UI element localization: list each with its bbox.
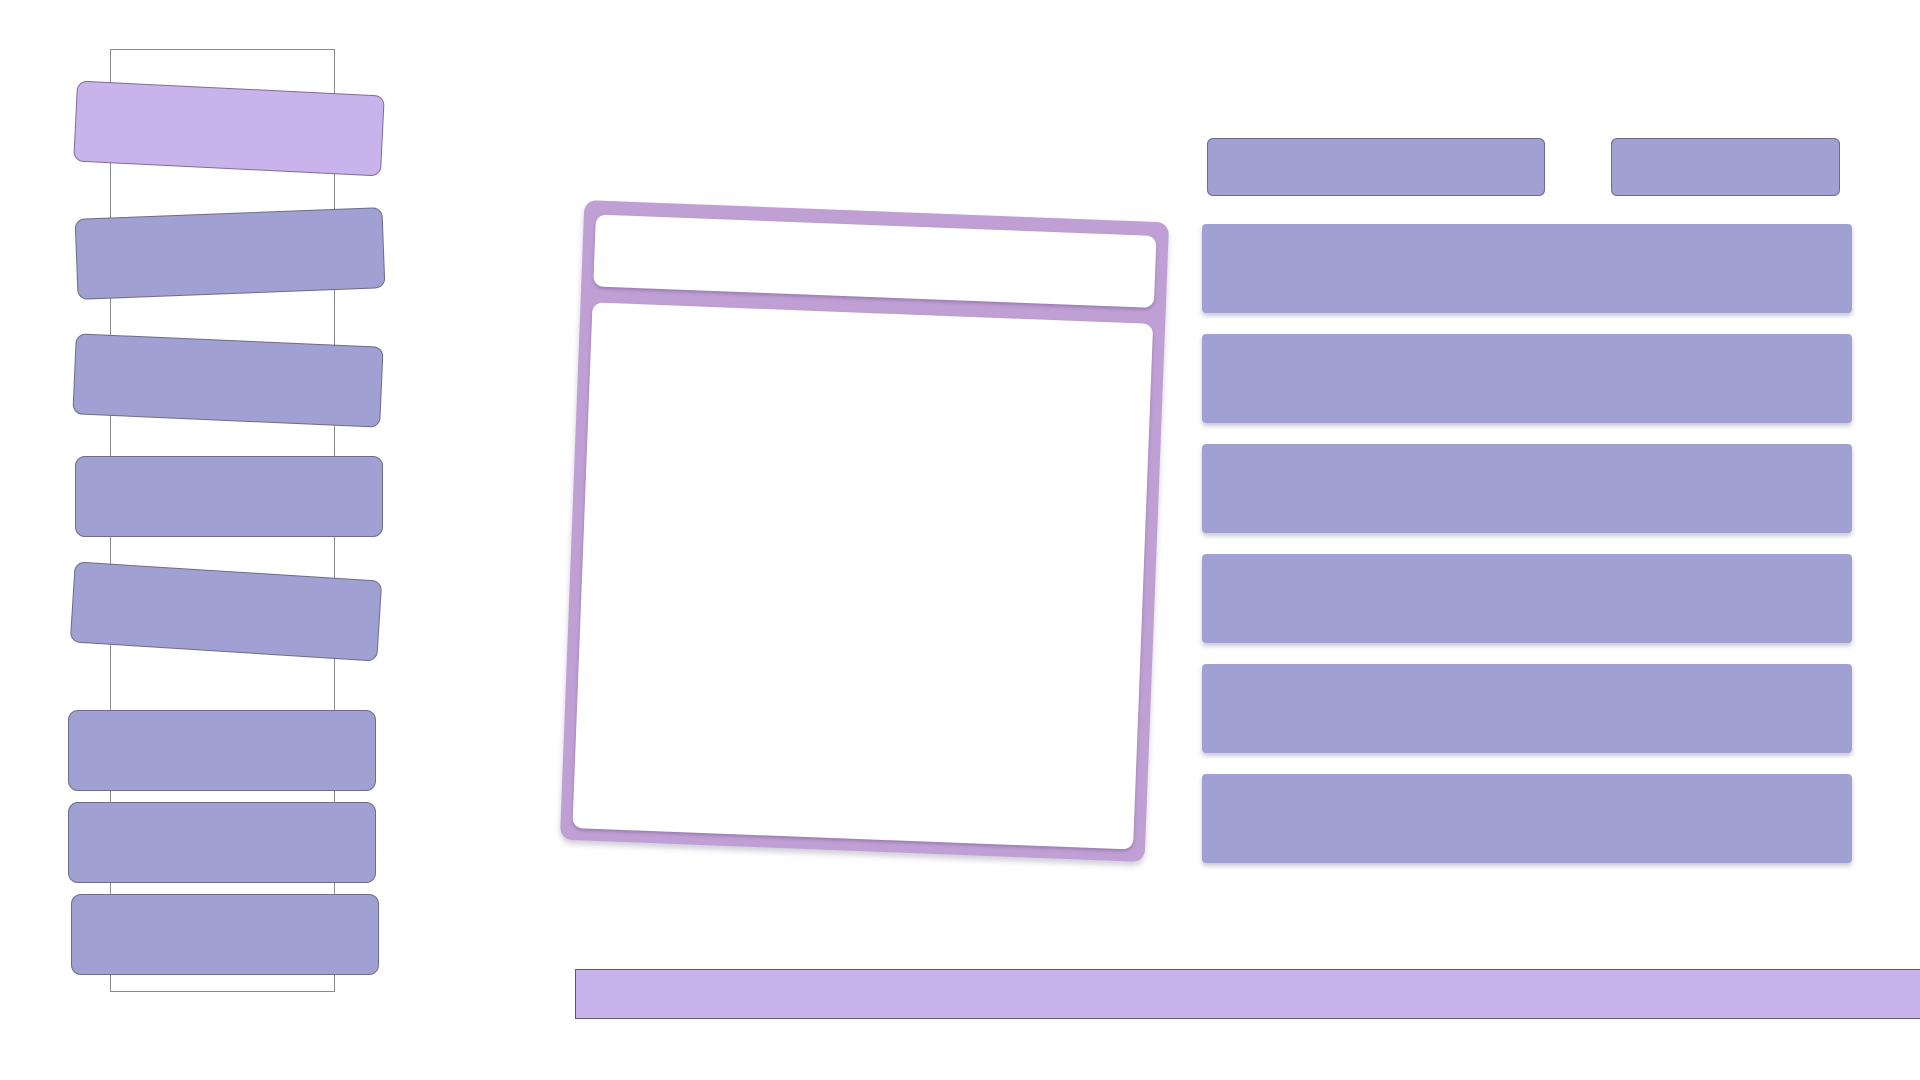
sidebar-tile-1[interactable] [73,80,385,177]
list-item[interactable] [1202,444,1852,533]
list-item[interactable] [1202,664,1852,753]
bottom-bar[interactable] [575,969,1920,1019]
toolbar-button-secondary[interactable] [1611,138,1840,196]
canvas [0,0,1920,1080]
sidebar-tile-4[interactable] [75,456,383,537]
toolbar-button-primary[interactable] [1207,138,1545,196]
panel-body[interactable] [572,302,1154,850]
sidebar-tile-7[interactable] [68,802,376,883]
content-panel [559,200,1170,862]
sidebar-tile-3[interactable] [72,333,384,428]
panel-header-text [596,214,1157,236]
list-item[interactable] [1202,334,1852,423]
panel-header-field[interactable] [593,214,1157,308]
sidebar-tile-6[interactable] [68,710,376,791]
sidebar-tile-8[interactable] [71,894,379,975]
panel-body-text [593,302,1154,324]
list-item[interactable] [1202,774,1852,863]
sidebar-tile-2[interactable] [74,207,386,300]
list-item[interactable] [1202,224,1852,313]
list-item[interactable] [1202,554,1852,643]
